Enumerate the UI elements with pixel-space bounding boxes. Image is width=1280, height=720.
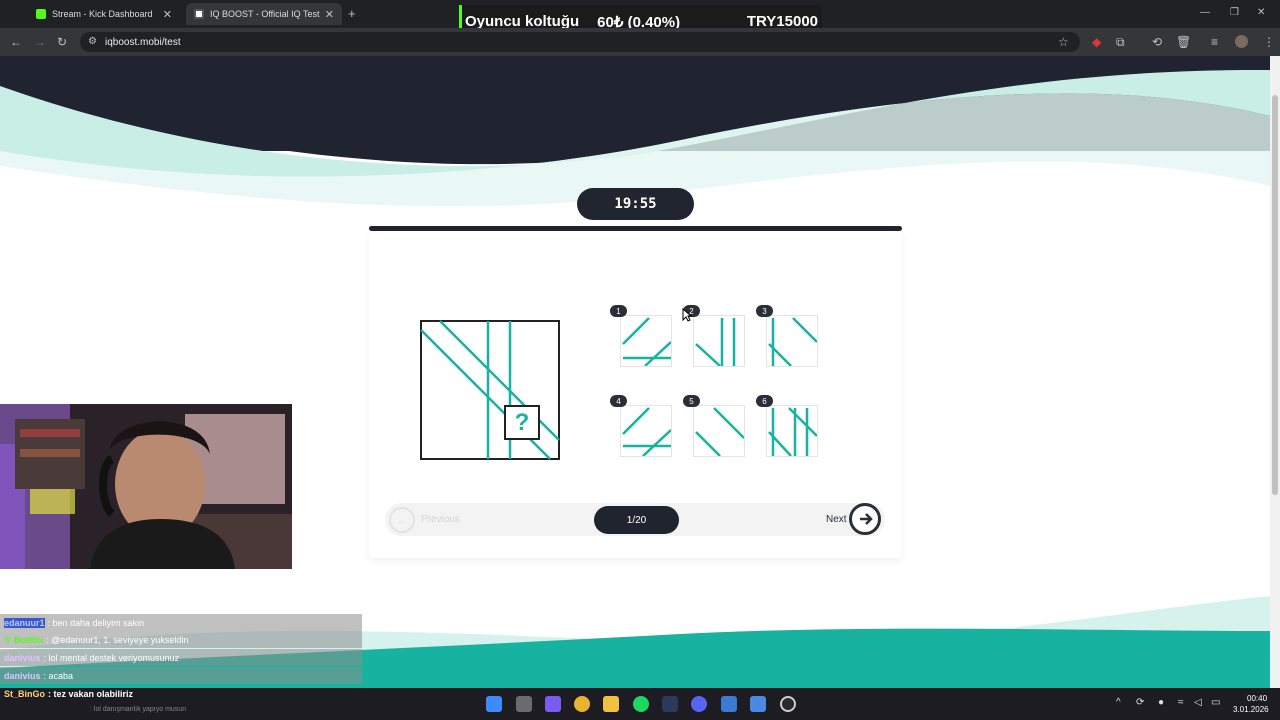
close-icon[interactable]: ✕ <box>163 8 172 21</box>
question-counter: 1/20 <box>594 506 679 534</box>
forward-icon[interactable]: → <box>34 35 46 49</box>
tab-iq-boost[interactable]: IQ BOOST - Official IQ Test ✕ <box>186 3 342 25</box>
timer-badge: 19:55 <box>577 188 694 220</box>
chat-username: St_BinGo <box>4 688 46 699</box>
menu-icon[interactable]: ⋮ <box>1263 35 1275 49</box>
answer-option-4[interactable] <box>620 405 672 457</box>
app-icon[interactable] <box>721 696 737 712</box>
url-text: iqboost.mobi/test <box>105 36 181 48</box>
chat-text: : tez vakan olabiliriz <box>48 688 134 699</box>
answer-option-5[interactable] <box>693 405 745 457</box>
chat-message: St_BinGo : tez vakan olabiliriz <box>0 685 362 702</box>
discord-icon[interactable] <box>691 696 707 712</box>
missing-piece-placeholder: ? <box>504 405 540 440</box>
close-icon[interactable]: ✕ <box>325 8 334 21</box>
webcam-feed <box>0 404 292 569</box>
profile-avatar[interactable] <box>1235 35 1248 48</box>
screenshot-app-icon[interactable] <box>750 696 766 712</box>
spotify-icon[interactable] <box>633 696 649 712</box>
sync-icon[interactable]: ⟳ <box>1136 697 1144 708</box>
iq-boost-icon <box>194 9 204 19</box>
chat-message: edanuur1 : ben daha deliyim sakin <box>0 614 362 631</box>
chat-faded-text: : lol danışmanlık yapıyo musun <box>90 706 187 713</box>
chat-text: : ben daha deliyim sakin <box>47 617 145 628</box>
chat-username: danivius <box>4 652 41 663</box>
trash-icon[interactable]: 🗑 <box>1176 35 1191 49</box>
chat-message: danivius : lol mental destek veriyomusun… <box>0 649 362 666</box>
option-number-badge: 5 <box>683 395 700 407</box>
wifi-icon[interactable]: ≈ <box>1178 697 1184 708</box>
next-arrow-icon[interactable] <box>849 503 881 535</box>
tray-chevron-icon[interactable]: ^ <box>1116 697 1121 708</box>
chrome-icon[interactable] <box>574 696 590 712</box>
chat-username: edanuur1 <box>4 617 45 628</box>
chat-message: ⚙ BotRix : @edanuur1, 1. seviyeye yuksel… <box>0 631 362 648</box>
previous-arrow-icon[interactable]: ← <box>389 507 415 533</box>
chat-username: BotRix <box>14 634 44 645</box>
extension-red-icon[interactable]: ◆ <box>1092 35 1101 49</box>
new-tab-icon[interactable]: + <box>348 6 356 21</box>
restore-icon[interactable]: ❐ <box>1230 7 1239 18</box>
option-number-badge: 4 <box>610 395 627 407</box>
back-icon[interactable]: ← <box>10 35 22 49</box>
previous-button[interactable]: Previous <box>421 514 460 525</box>
option-number-badge: 6 <box>756 395 773 407</box>
chat-text: : acaba <box>43 670 74 681</box>
option-number-badge: 3 <box>756 305 773 317</box>
clock-time[interactable]: 00:40 <box>1247 694 1267 703</box>
answer-option-1[interactable] <box>620 315 672 367</box>
next-button[interactable]: Next <box>826 514 847 525</box>
chat-text: : lol mental destek veriyomusunuz <box>43 652 180 663</box>
tab-label: IQ BOOST - Official IQ Test <box>210 9 320 19</box>
extensions-icon[interactable]: ⧉ <box>1116 35 1125 50</box>
volume-icon[interactable]: ◁ <box>1194 697 1202 708</box>
history-icon[interactable]: ⟲ <box>1152 35 1162 49</box>
tab-kick-dashboard[interactable]: Stream - Kick Dashboard ✕ <box>28 3 180 25</box>
file-explorer-icon[interactable] <box>603 696 619 712</box>
kick-icon <box>36 9 46 19</box>
battery-icon[interactable]: ▭ <box>1211 697 1220 708</box>
webcam-image <box>0 404 292 569</box>
reading-list-icon[interactable]: ≡ <box>1211 35 1218 49</box>
answer-option-6[interactable] <box>766 405 818 457</box>
answer-option-2[interactable] <box>693 315 745 367</box>
task-view-icon[interactable] <box>516 696 532 712</box>
reload-icon[interactable]: ↻ <box>57 35 67 49</box>
copilot-icon[interactable] <box>545 696 561 712</box>
tab-label: Stream - Kick Dashboard <box>52 9 153 19</box>
steam-icon[interactable] <box>662 696 678 712</box>
scrollbar-thumb[interactable] <box>1272 95 1278 495</box>
clock-date[interactable]: 3.01.2026 <box>1233 705 1269 714</box>
site-info-icon[interactable]: ⚙ <box>88 36 97 47</box>
bot-badge-icon: ⚙ <box>4 635 12 644</box>
bookmark-star-icon[interactable]: ☆ <box>1058 35 1069 49</box>
minimize-icon[interactable]: — <box>1200 7 1210 18</box>
microphone-icon[interactable]: ● <box>1158 697 1164 708</box>
windows-start-icon[interactable] <box>486 696 502 712</box>
address-bar[interactable]: iqboost.mobi/test <box>80 32 1080 52</box>
option-number-badge: 1 <box>610 305 627 317</box>
chat-username: danivius <box>4 670 41 681</box>
chat-message: danivius : acaba <box>0 667 362 684</box>
chat-text: : @edanuur1, 1. seviyeye yukseldin <box>46 634 189 645</box>
mouse-cursor-icon <box>682 308 692 322</box>
close-window-icon[interactable]: ✕ <box>1257 7 1265 18</box>
obs-icon[interactable] <box>780 696 796 712</box>
answer-option-3[interactable] <box>766 315 818 367</box>
